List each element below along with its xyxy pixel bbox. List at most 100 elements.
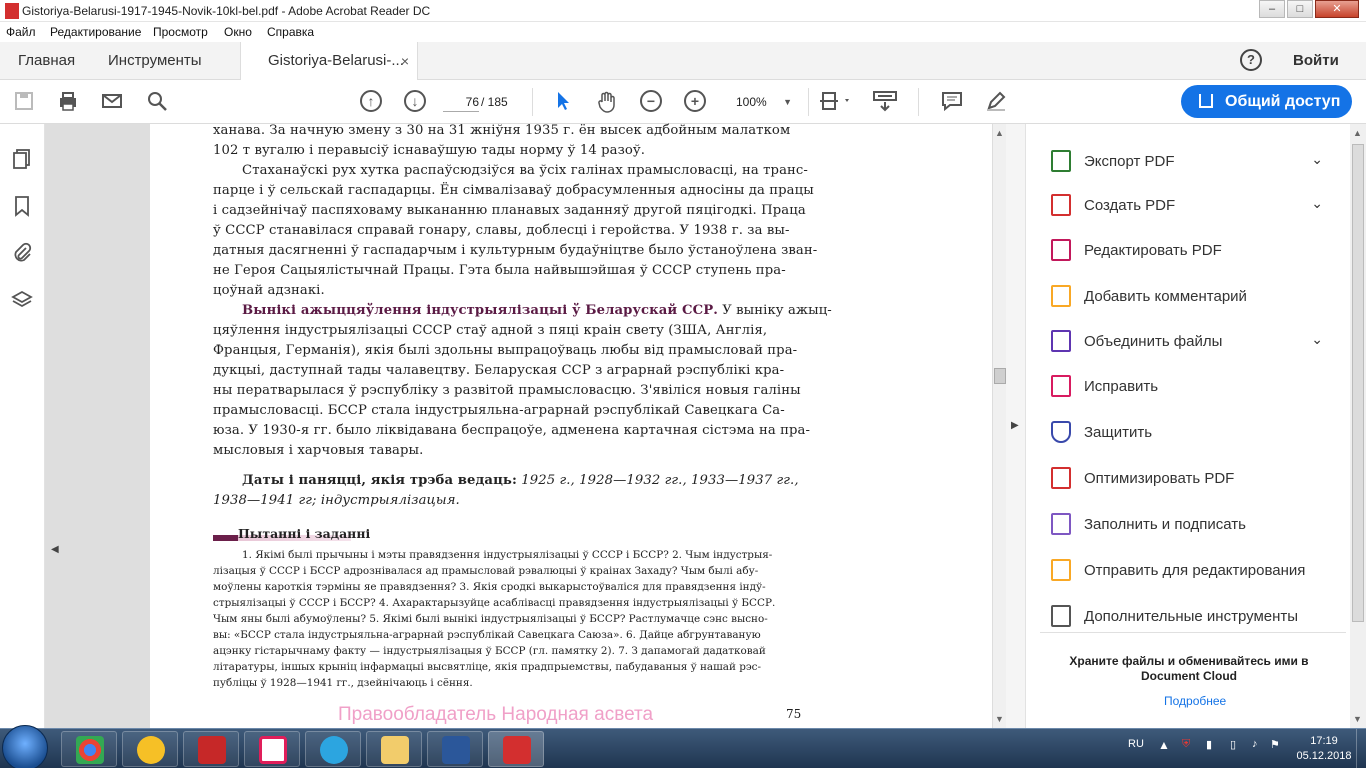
fit-page-icon[interactable]	[818, 90, 854, 114]
taskbar-telegram[interactable]	[305, 731, 361, 767]
tools-panel-scrollbar[interactable]: ▲ ▼	[1350, 124, 1366, 728]
tool-create-pdf[interactable]: Создать PDF ⌄	[1047, 192, 1337, 220]
menu-help[interactable]: Справка	[267, 25, 314, 39]
search-icon[interactable]	[145, 90, 169, 114]
scrollbar-thumb[interactable]	[1352, 144, 1364, 622]
text-line: прамысловасці. БССР стала індустрыяльна-…	[213, 403, 785, 418]
power-icon[interactable]: ▯	[1230, 738, 1236, 751]
taskbar-acrobat[interactable]	[488, 731, 544, 767]
help-icon[interactable]: ?	[1240, 49, 1262, 71]
collapse-right-icon[interactable]: ▶	[1011, 420, 1019, 431]
text-line: ў СССР станавілася справай гонару, славы…	[213, 223, 790, 238]
dates-heading: Даты і паняцці, якія трэба ведаць:	[242, 473, 517, 488]
tray-arrow-icon[interactable]: ▲	[1158, 738, 1170, 752]
taskbar-word[interactable]	[427, 731, 483, 767]
start-button[interactable]	[2, 725, 48, 768]
question-line: стрыялізацыі ў СССР і БССР? 4. Ахарактар…	[213, 597, 776, 609]
email-icon[interactable]	[100, 90, 124, 114]
tab-tools[interactable]: Инструменты	[108, 42, 202, 80]
tool-more-tools[interactable]: Дополнительные инструменты	[1047, 603, 1337, 631]
document-cloud-promo: Храните файлы и обменивайтесь ими в Docu…	[1069, 654, 1309, 683]
zoom-value: 100%	[736, 95, 767, 109]
tab-document[interactable]: Gistoriya-Belarusi-... ×	[240, 42, 418, 81]
watermark: Правообладатель Народная асвета	[338, 704, 654, 725]
scroll-up-icon[interactable]: ▲	[995, 128, 1004, 138]
tool-optimize-pdf[interactable]: Оптимизировать PDF	[1047, 465, 1337, 493]
tool-fill-sign[interactable]: Заполнить и подписать	[1047, 511, 1337, 539]
volume-icon[interactable]: ♪	[1252, 738, 1258, 750]
tool-fix[interactable]: Исправить	[1047, 373, 1337, 401]
share-button[interactable]: Общий доступ	[1181, 85, 1352, 118]
chevron-down-icon[interactable]: ⌄	[1311, 195, 1323, 212]
zoom-out-icon[interactable]: −	[640, 90, 662, 112]
tab-document-label: Gistoriya-Belarusi-...	[268, 52, 404, 69]
scroll-down-icon[interactable]: ▼	[995, 714, 1004, 724]
taskbar-explorer[interactable]	[366, 731, 422, 767]
save-icon[interactable]	[12, 90, 36, 114]
flag-icon[interactable]: ⚑	[1270, 738, 1280, 751]
chevron-down-icon[interactable]: ⌄	[1311, 331, 1323, 348]
tool-combine-files[interactable]: Объединить файлы ⌄	[1047, 328, 1337, 356]
close-window-button[interactable]: ✕	[1315, 0, 1359, 18]
antivirus-icon[interactable]: ⛨	[1182, 738, 1190, 751]
language-indicator[interactable]: RU	[1128, 738, 1144, 750]
word-icon	[442, 736, 470, 764]
layers-icon[interactable]	[11, 289, 33, 311]
clock[interactable]: 17:19 05.12.2018	[1294, 734, 1354, 764]
text-fragment: У выніку ажыц-	[717, 303, 832, 318]
left-navigation-rail	[0, 124, 45, 728]
login-button[interactable]: Войти	[1293, 52, 1339, 69]
bookmarks-icon[interactable]	[11, 195, 33, 217]
menu-view[interactable]: Просмотр	[153, 25, 208, 39]
network-icon[interactable]: ▮	[1206, 738, 1212, 751]
scroll-up-icon[interactable]: ▲	[1353, 128, 1362, 138]
question-line: вы: «БССР стала індустрыяльна-аграрнай р…	[213, 629, 761, 641]
scrollbar-thumb[interactable]	[994, 368, 1006, 384]
comment-toolbar-icon[interactable]	[940, 90, 964, 114]
maximize-button[interactable]: □	[1287, 0, 1313, 18]
tool-edit-pdf[interactable]: Редактировать PDF	[1047, 237, 1337, 265]
menu-window[interactable]: Окно	[224, 25, 252, 39]
taskbar-slack[interactable]	[244, 731, 300, 767]
divider	[1040, 632, 1346, 633]
acrobat-icon	[503, 736, 531, 764]
highlight-pen-icon[interactable]	[984, 90, 1008, 114]
page-thumbnails-icon[interactable]	[11, 148, 33, 170]
tab-home[interactable]: Главная	[18, 42, 75, 80]
close-tab-icon[interactable]: ×	[401, 42, 409, 80]
select-cursor-icon[interactable]	[551, 90, 575, 114]
toolbar	[0, 80, 1366, 124]
chevron-down-icon: ▼	[783, 97, 792, 107]
minimize-button[interactable]: –	[1259, 0, 1285, 18]
toolbar-divider	[808, 88, 809, 116]
tool-add-comment[interactable]: Добавить комментарий	[1047, 283, 1337, 311]
hand-tool-icon[interactable]	[595, 90, 619, 114]
taskbar-app[interactable]	[122, 731, 178, 767]
zoom-select[interactable]: 100% ▼	[728, 92, 798, 112]
tool-protect[interactable]: Защитить	[1047, 419, 1337, 447]
scroll-down-icon[interactable]: ▼	[1353, 714, 1362, 724]
collapse-left-icon[interactable]: ◀	[51, 544, 59, 555]
text-line: Францыя, Германія), якія былі здольны вы…	[213, 343, 798, 358]
show-desktop-button[interactable]	[1356, 729, 1366, 768]
attachments-icon[interactable]	[11, 241, 33, 263]
clock-date: 05.12.2018	[1296, 750, 1352, 762]
menu-file[interactable]: Файл	[6, 25, 36, 39]
previous-page-icon[interactable]: ↑	[360, 90, 382, 112]
next-page-icon[interactable]: ↓	[404, 90, 426, 112]
learn-more-link[interactable]: Подробнее	[1164, 694, 1226, 708]
page-total: / 185	[481, 95, 508, 109]
keyboard-icon[interactable]	[873, 90, 897, 114]
tool-send-review[interactable]: Отправить для редактирования	[1047, 557, 1337, 585]
tool-export-pdf[interactable]: Экспорт PDF ⌄	[1047, 148, 1337, 176]
page-number-input[interactable]: 76	[443, 92, 479, 112]
document-scrollbar[interactable]: ▲ ▼	[992, 124, 1006, 728]
chevron-down-icon[interactable]: ⌄	[1311, 151, 1323, 168]
taskbar-app[interactable]	[183, 731, 239, 767]
taskbar-chrome[interactable]	[61, 731, 117, 767]
window-title: Gistoriya-Belarusi-1917-1945-Novik-10kl-…	[22, 4, 431, 18]
question-line: публіцы ў 1928—1941 гг., дзейнічаюць і с…	[213, 677, 473, 689]
print-icon[interactable]	[56, 90, 80, 114]
zoom-in-icon[interactable]: +	[684, 90, 706, 112]
menu-edit[interactable]: Редактирование	[50, 25, 141, 39]
